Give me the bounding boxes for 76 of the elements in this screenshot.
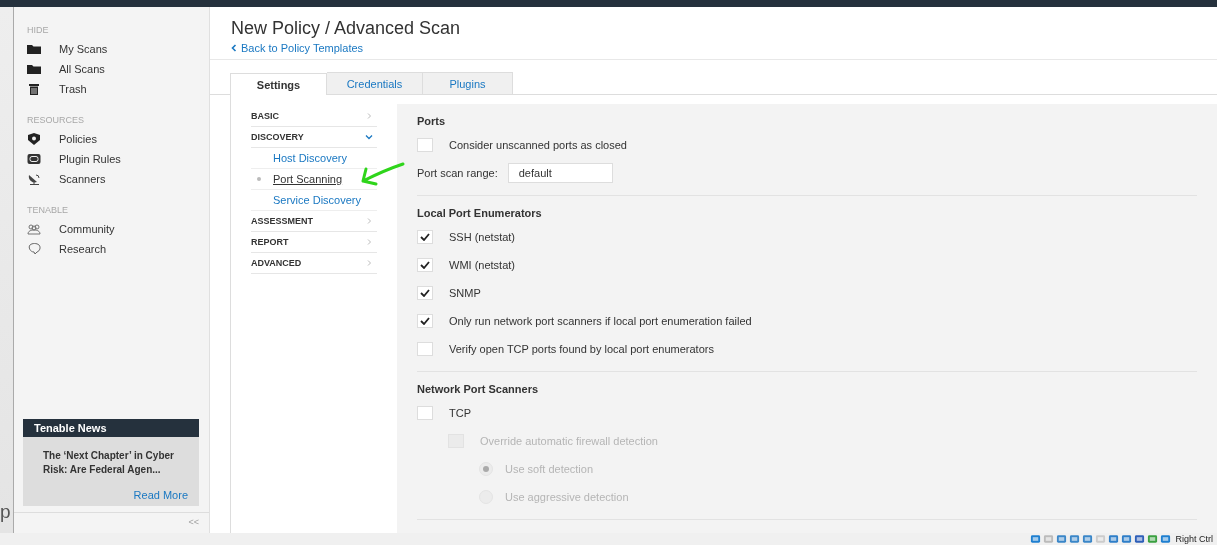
nav-section[interactable]: BASIC — [251, 106, 377, 127]
section-title: Local Port Enumerators — [417, 207, 543, 219]
checkbox-label: Verify open TCP ports found by local port enumerators — [449, 343, 714, 355]
checkbox[interactable] — [417, 138, 433, 152]
chevron-down-icon — [365, 134, 373, 140]
device-status-icon[interactable] — [1030, 534, 1042, 544]
checkbox[interactable] — [417, 406, 433, 420]
back-link[interactable]: Back to Policy Templates — [231, 41, 364, 55]
folder-icon — [27, 63, 41, 75]
radio-label: Use aggressive detection — [505, 491, 629, 503]
shield-icon — [27, 133, 41, 145]
device-status-icon[interactable] — [1056, 534, 1068, 544]
page-title: New Policy / Advanced Scan — [231, 18, 462, 38]
checkbox-label: Override automatic firewall detection — [480, 435, 658, 447]
device-status-icon[interactable] — [1134, 534, 1146, 544]
sidebar-item[interactable]: Scanners — [27, 169, 209, 189]
checkbox-label: TCP — [449, 407, 471, 419]
sidebar-item[interactable]: Trash — [27, 79, 209, 99]
nav-link[interactable]: Port Scanning — [273, 173, 343, 185]
checkbox[interactable] — [417, 258, 433, 272]
checkbox-label: SSH (netstat) — [449, 231, 516, 243]
folder-icon — [27, 43, 41, 55]
checkbox-label: SNMP — [449, 287, 481, 299]
news-headline: The ‘Next Chapter’ in Cyber Risk: Are Federal Agen... — [43, 449, 175, 477]
host-key-label: Right Ctrl — [1175, 534, 1213, 544]
sidebar-heading: RESOURCES — [27, 115, 85, 125]
device-status-icon[interactable] — [1121, 534, 1133, 544]
tab[interactable]: Plugins — [423, 72, 513, 94]
checkbox-label: Only run network port scanners if local port enumeration failed — [449, 315, 752, 327]
port-range-field[interactable]: default — [507, 163, 613, 183]
checkbox[interactable] — [417, 286, 433, 300]
plugin-icon — [27, 153, 41, 165]
checkbox[interactable] — [417, 230, 433, 244]
section-title: Ports — [417, 115, 447, 127]
sidebar-item[interactable]: Research — [27, 239, 209, 259]
people-icon — [27, 223, 41, 235]
nav-link[interactable]: Host Discovery — [273, 152, 347, 164]
chevron-right-icon — [365, 218, 373, 224]
device-status-icon[interactable] — [1147, 534, 1159, 544]
chevron-right-icon — [365, 113, 373, 119]
chevron-right-icon — [365, 260, 373, 266]
device-status-icon[interactable] — [1108, 534, 1120, 544]
sidebar-item[interactable]: Policies — [27, 129, 209, 149]
sidebar-item[interactable]: Community — [27, 219, 209, 239]
chevron-right-icon — [365, 239, 373, 245]
device-status-icon[interactable] — [1160, 534, 1172, 544]
section-title: Network Port Scanners — [417, 383, 540, 395]
tab[interactable]: Settings — [230, 73, 327, 95]
nav-section[interactable]: ADVANCED — [251, 253, 377, 274]
sidebar-item[interactable]: Plugin Rules — [27, 149, 209, 169]
nav-link[interactable]: Service Discovery — [273, 194, 362, 206]
trash-icon — [27, 83, 41, 95]
radio-label: Use soft detection — [505, 463, 594, 475]
bullet-icon — [257, 177, 261, 181]
checkbox[interactable] — [417, 342, 433, 356]
field-label: Port scan range: — [417, 167, 498, 179]
nav-section[interactable]: ASSESSMENT — [251, 211, 377, 232]
sidebar-item[interactable]: All Scans — [27, 59, 209, 79]
read-more-link[interactable]: Read More — [23, 489, 188, 501]
sidebar-heading: TENABLE — [27, 205, 69, 215]
nav-section[interactable]: REPORT — [251, 232, 377, 253]
device-status-icon[interactable] — [1069, 534, 1081, 544]
background-text: p — [0, 502, 11, 521]
checkbox-label: Consider unscanned ports as closed — [449, 139, 627, 151]
tab[interactable]: Credentials — [327, 72, 423, 94]
satellite-dish-icon — [27, 173, 41, 185]
brain-icon — [27, 243, 41, 255]
checkbox[interactable] — [417, 314, 433, 328]
nav-section[interactable]: DISCOVERY — [251, 127, 377, 148]
news-title: Tenable News — [23, 419, 199, 437]
sidebar-heading: HIDE — [27, 25, 50, 35]
sidebar-item[interactable]: My Scans — [27, 39, 209, 59]
chevron-left-icon — [231, 44, 237, 52]
device-status-icon[interactable] — [1082, 534, 1094, 544]
checkbox-label: WMI (netstat) — [449, 259, 515, 271]
arrow-annotation-icon — [359, 161, 405, 187]
